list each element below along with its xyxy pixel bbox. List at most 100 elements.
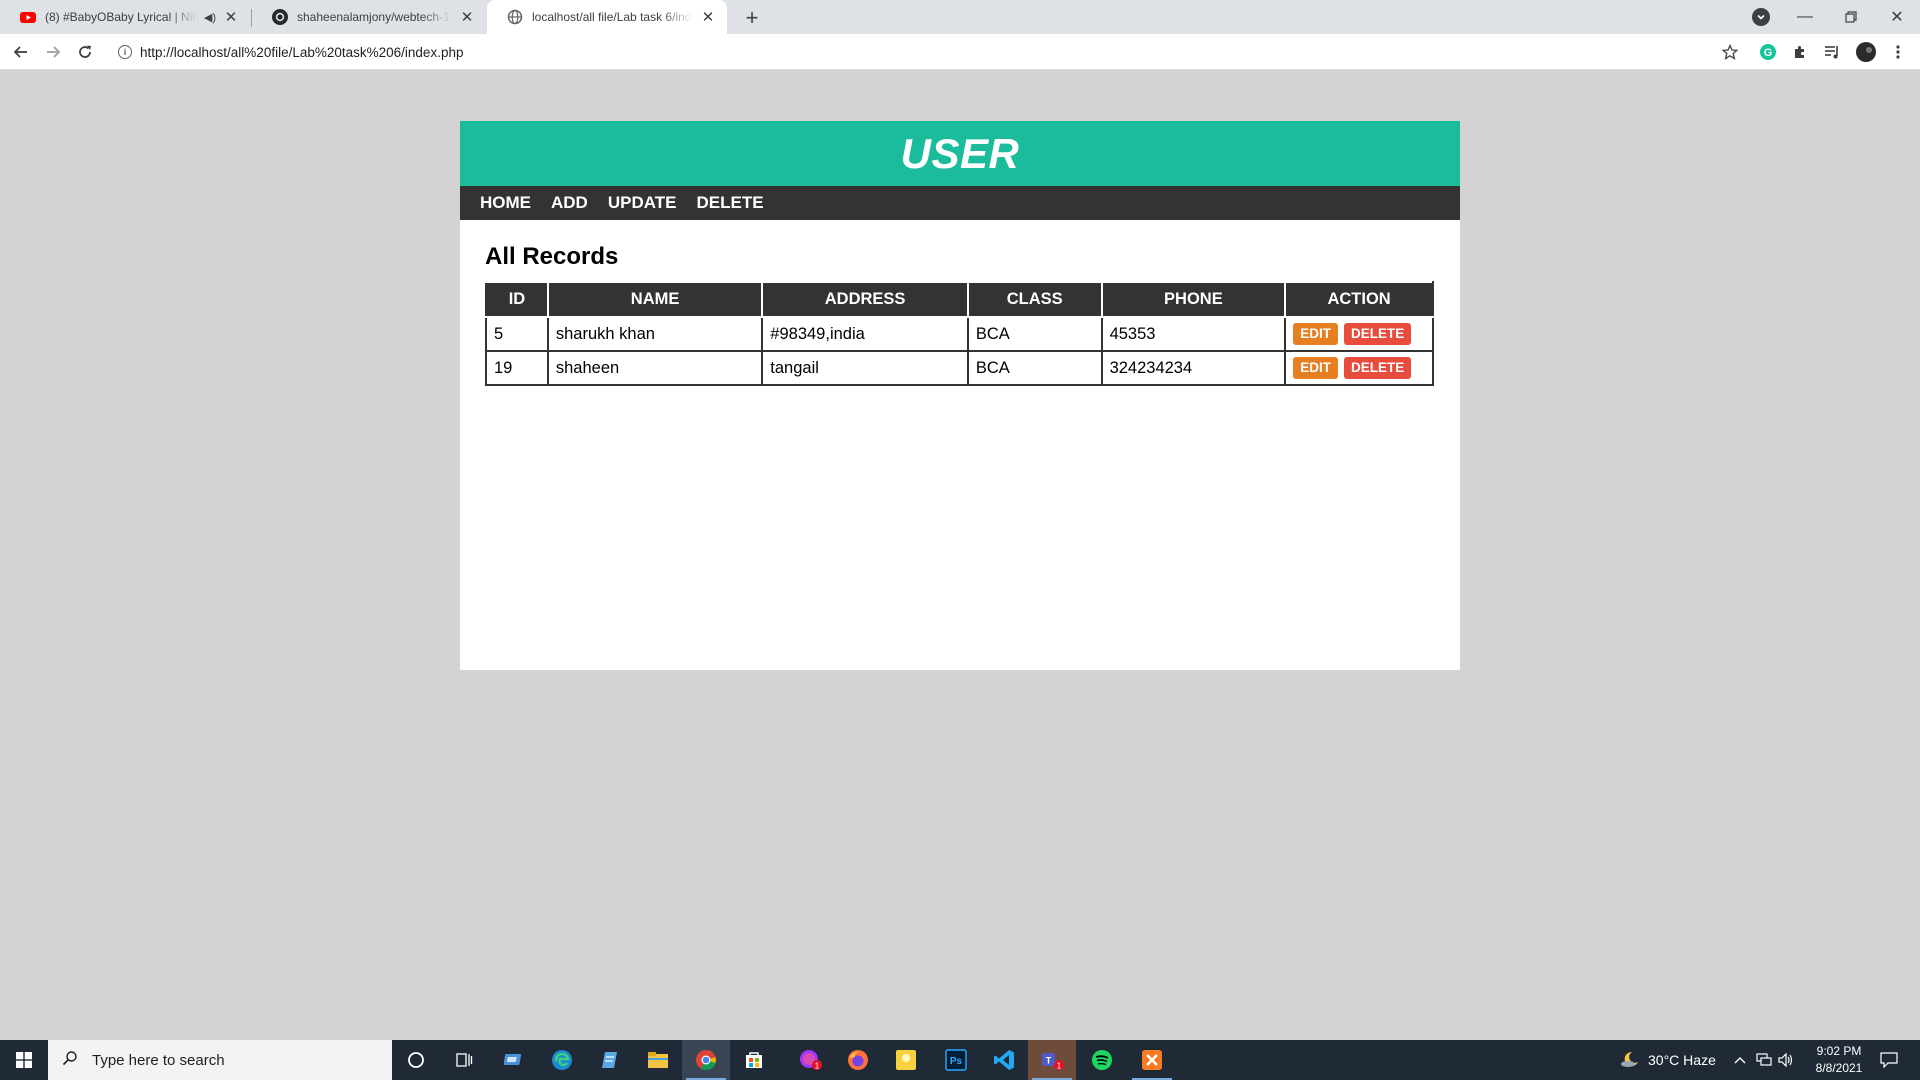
sticky-notes-icon[interactable] <box>882 1040 930 1080</box>
close-window-icon[interactable]: ✕ <box>1874 0 1920 34</box>
table-header-row: ID NAME ADDRESS CLASS PHONE ACTION <box>485 281 1434 318</box>
volume-icon[interactable] <box>1778 1040 1794 1080</box>
tab-title: shaheenalamjony/webtech-19-40 <box>297 10 452 24</box>
column-header-address: ADDRESS <box>761 281 969 318</box>
browser-tab-github[interactable]: shaheenalamjony/webtech-19-40 ✕ <box>252 0 486 34</box>
site-info-icon[interactable]: i <box>118 45 132 59</box>
reload-icon[interactable] <box>72 39 98 65</box>
chrome-icon[interactable] <box>682 1040 730 1080</box>
cortana-icon[interactable] <box>392 1040 440 1080</box>
records-table: ID NAME ADDRESS CLASS PHONE ACTION 5 sha… <box>485 281 1434 386</box>
globe-icon <box>507 9 523 25</box>
search-icon <box>62 1050 78 1071</box>
section-title: All Records <box>485 243 619 270</box>
page-title: USER <box>900 129 1020 177</box>
cell-action: EDIT DELETE <box>1284 316 1434 352</box>
tab-search-icon[interactable] <box>1752 8 1770 26</box>
spotify-icon[interactable] <box>1078 1040 1126 1080</box>
speaker-icon[interactable]: ◀) <box>204 11 216 24</box>
nav-add[interactable]: ADD <box>551 193 588 213</box>
bookmark-star-icon[interactable] <box>1720 42 1740 62</box>
delete-button[interactable]: DELETE <box>1343 323 1412 345</box>
media-queue-icon[interactable] <box>1822 42 1842 62</box>
cell-action: EDIT DELETE <box>1284 350 1434 386</box>
browser-menu-icon[interactable] <box>1888 42 1908 62</box>
edge-icon[interactable] <box>538 1040 586 1080</box>
svg-text:1: 1 <box>1057 1062 1062 1071</box>
minimize-icon[interactable]: — <box>1782 0 1828 34</box>
taskbar-search-box[interactable]: Type here to search <box>48 1040 392 1080</box>
windows-start-icon[interactable] <box>0 1040 48 1080</box>
grammarly-icon[interactable]: G <box>1758 42 1778 62</box>
browser-tabstrip: (8) #BabyOBaby Lyrical | Nith ◀) ✕ shahe… <box>0 0 1920 34</box>
firefox-icon[interactable] <box>834 1040 882 1080</box>
messenger-icon[interactable]: 1 <box>786 1040 834 1080</box>
profile-avatar[interactable] <box>1856 42 1876 62</box>
youtube-icon <box>20 9 36 25</box>
github-icon <box>272 9 288 25</box>
notifications-icon[interactable] <box>1880 1040 1898 1080</box>
svg-text:T: T <box>1046 1056 1052 1066</box>
show-hidden-icons-chevron-up-icon[interactable] <box>1734 1040 1746 1080</box>
cell-id: 5 <box>485 316 549 352</box>
task-view-icon[interactable] <box>440 1040 488 1080</box>
address-bar[interactable]: i http://localhost/all%20file/Lab%20task… <box>108 38 1748 66</box>
new-tab-button[interactable]: + <box>738 4 766 32</box>
tab-close-icon[interactable]: ✕ <box>222 8 240 26</box>
cell-address: #98349,india <box>761 316 969 352</box>
photoshop-icon[interactable]: Ps <box>932 1040 980 1080</box>
cell-name: shaheen <box>546 350 764 386</box>
clock-time: 9:02 PM <box>1816 1044 1862 1058</box>
records-section: All Records ID NAME ADDRESS CLASS PHONE … <box>460 220 1460 386</box>
tab-close-icon[interactable]: ✕ <box>458 8 476 26</box>
vscode-icon[interactable] <box>980 1040 1028 1080</box>
browser-tab-youtube[interactable]: (8) #BabyOBaby Lyrical | Nith ◀) ✕ <box>0 0 250 34</box>
browser-tab-localhost[interactable]: localhost/all file/Lab task 6/index.php … <box>487 0 727 34</box>
svg-text:1: 1 <box>815 1062 820 1071</box>
column-header-id: ID <box>485 281 549 318</box>
search-placeholder: Type here to search <box>92 1051 225 1069</box>
svg-text:Ps: Ps <box>950 1056 963 1067</box>
network-icon[interactable] <box>1756 1040 1772 1080</box>
top-nav: HOME ADD UPDATE DELETE <box>460 186 1460 220</box>
xampp-icon[interactable] <box>1128 1040 1176 1080</box>
browser-toolbar: i http://localhost/all%20file/Lab%20task… <box>0 34 1920 70</box>
edit-button[interactable]: EDIT <box>1293 357 1338 379</box>
cell-id: 19 <box>485 350 549 386</box>
cell-address: tangail <box>761 350 969 386</box>
microsoft-store-icon[interactable] <box>730 1040 778 1080</box>
column-header-action: ACTION <box>1284 281 1434 318</box>
cell-phone: 45353 <box>1100 316 1287 352</box>
forward-arrow-icon[interactable] <box>40 39 66 65</box>
nav-delete[interactable]: DELETE <box>696 193 763 213</box>
column-header-class: CLASS <box>966 281 1103 318</box>
teams-icon[interactable]: T1 <box>1028 1040 1076 1080</box>
cell-class: BCA <box>966 316 1103 352</box>
system-clock[interactable]: 9:02 PM 8/8/2021 <box>1794 1043 1884 1077</box>
weather-widget[interactable]: 30°C Haze <box>1620 1040 1716 1080</box>
windows-taskbar: Type here to search 1 Ps T1 30°C Haze 9:… <box>0 1040 1920 1080</box>
column-header-phone: PHONE <box>1100 281 1287 318</box>
svg-text:G: G <box>1764 47 1773 59</box>
remote-desktop-icon[interactable] <box>490 1040 538 1080</box>
table-row: 19 shaheen tangail BCA 324234234 EDIT DEL… <box>485 350 1434 386</box>
cell-phone: 324234234 <box>1100 350 1287 386</box>
clock-date: 8/8/2021 <box>1815 1061 1863 1075</box>
tab-close-icon[interactable]: ✕ <box>699 8 717 26</box>
url-text: http://localhost/all%20file/Lab%20task%2… <box>140 44 464 60</box>
weather-moon-icon <box>1620 1050 1640 1071</box>
nav-update[interactable]: UPDATE <box>608 193 677 213</box>
cell-class: BCA <box>966 350 1103 386</box>
back-arrow-icon[interactable] <box>8 39 34 65</box>
file-explorer-icon[interactable] <box>634 1040 682 1080</box>
weather-text: 30°C Haze <box>1648 1052 1716 1068</box>
user-card: USER HOME ADD UPDATE DELETE All Records … <box>460 121 1460 670</box>
delete-button[interactable]: DELETE <box>1343 357 1412 379</box>
nav-home[interactable]: HOME <box>480 193 531 213</box>
extensions-puzzle-icon[interactable] <box>1790 42 1810 62</box>
edit-button[interactable]: EDIT <box>1293 323 1338 345</box>
cell-name: sharukh khan <box>546 316 764 352</box>
notes-app-icon[interactable] <box>586 1040 634 1080</box>
restore-icon[interactable] <box>1828 0 1874 34</box>
column-header-name: NAME <box>546 281 764 318</box>
